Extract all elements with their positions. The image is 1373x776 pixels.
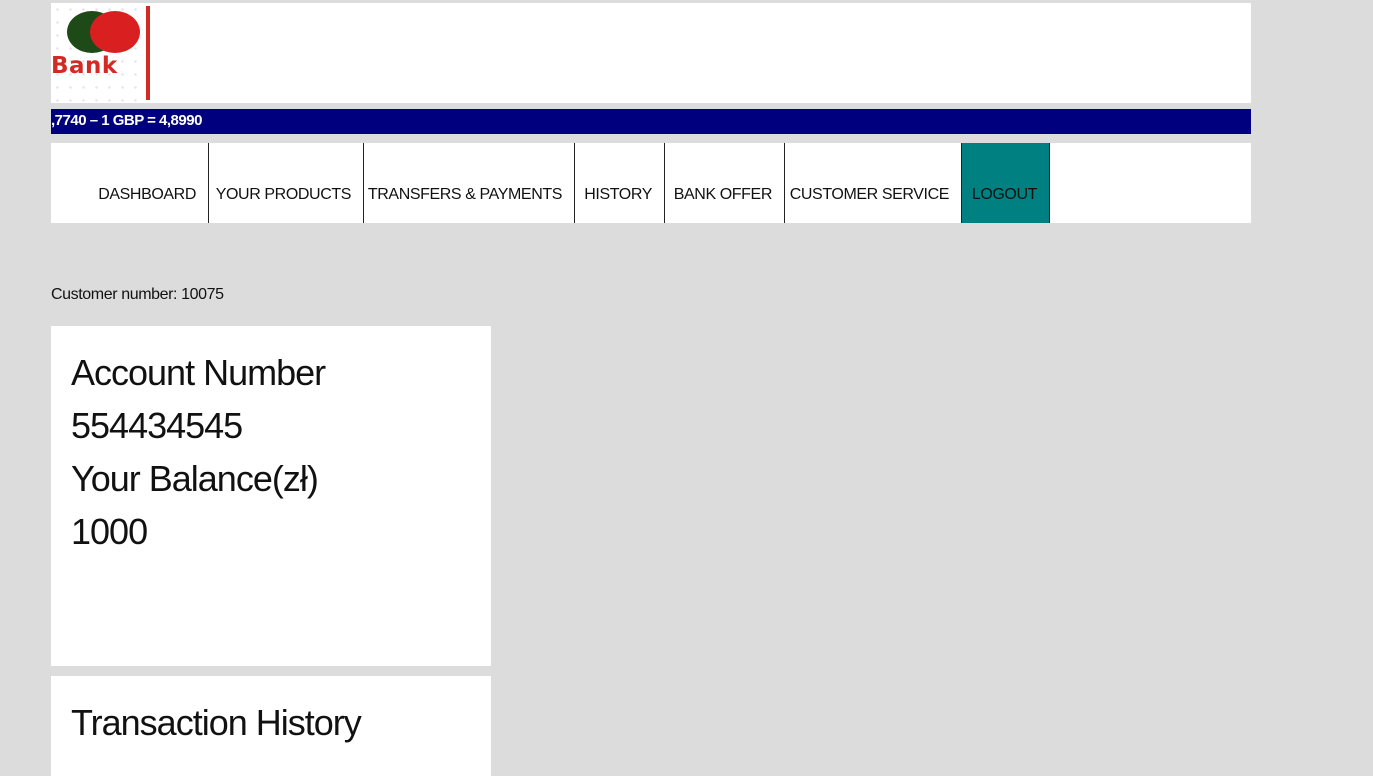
transaction-history-card: Transaction History [51, 676, 491, 776]
logo-red-circle-icon [90, 11, 140, 53]
nav-item-label: BANK OFFER [673, 186, 773, 203]
logo-bar [146, 6, 150, 100]
logo-text: Bank [51, 53, 118, 79]
account-number-label: Account Number [71, 352, 326, 393]
nav-item-transfers-payments[interactable]: TRANSFERS & PAYMENTS [364, 143, 575, 223]
transaction-history-title: Transaction History [71, 702, 362, 743]
nav-item-dashboard[interactable]: DASHBOARD [51, 143, 209, 223]
customer-number: Customer number: 10075 [51, 286, 224, 303]
nav-item-label: TRANSFERS & PAYMENTS [367, 186, 563, 203]
balance-value: 1000 [71, 511, 148, 552]
nav-item-your-products[interactable]: YOUR PRODUCTS [209, 143, 364, 223]
nav-item-label: HISTORY [584, 186, 652, 203]
nav-item-history[interactable]: HISTORY [575, 143, 665, 223]
nav-item-bank-offer[interactable]: BANK OFFER [665, 143, 785, 223]
main-nav: DASHBOARD YOUR PRODUCTS TRANSFERS & PAYM… [51, 143, 1251, 223]
bank-logo[interactable]: Bank [51, 3, 153, 103]
account-number-value: 554434545 [71, 405, 243, 446]
nav-item-label: LOGOUT [971, 186, 1038, 203]
nav-item-logout[interactable]: LOGOUT [961, 143, 1050, 223]
nav-item-label: YOUR PRODUCTS [215, 186, 352, 203]
header: Bank [51, 3, 1251, 103]
nav-item-label: CUSTOMER SERVICE [789, 186, 950, 203]
account-card: Account Number 554434545 Your Balance(zł… [51, 326, 491, 666]
currency-ticker: ,7740 – 1 GBP = 4,8990 [51, 109, 1251, 134]
balance-label: Your Balance(zł) [71, 458, 319, 499]
nav-item-customer-service[interactable]: CUSTOMER SERVICE [785, 143, 961, 223]
ticker-text: ,7740 – 1 GBP = 4,8990 [51, 112, 202, 129]
nav-item-label: DASHBOARD [98, 186, 196, 203]
